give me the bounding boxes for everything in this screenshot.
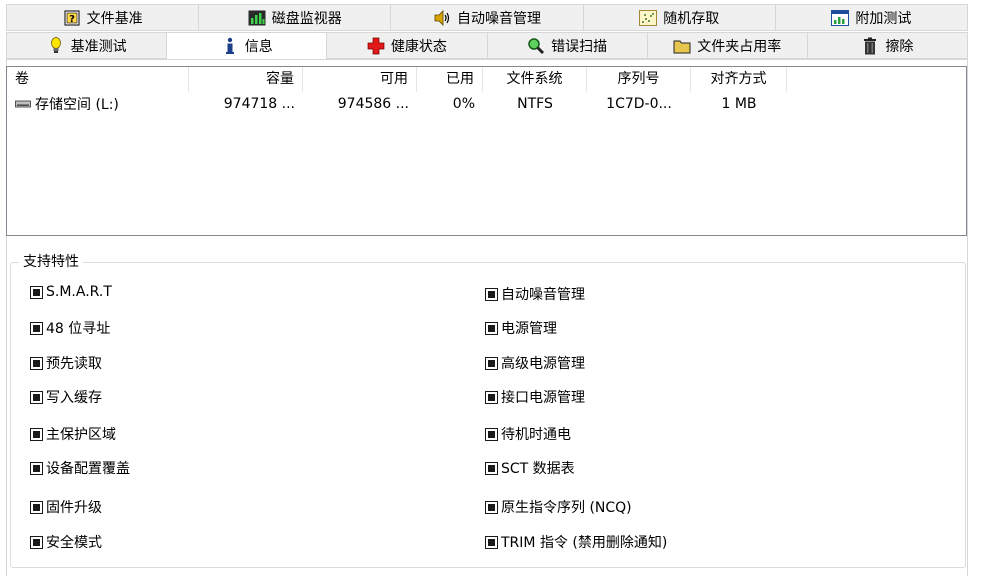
checkbox-checked <box>30 390 43 404</box>
checkbox-checked <box>30 285 43 299</box>
checkbox-checked <box>30 321 43 335</box>
checkbox-checked <box>30 535 43 549</box>
help-icon: ? <box>63 9 81 27</box>
tab-label: 基准测试 <box>70 38 127 55</box>
group-title: 支持特性 <box>19 251 83 271</box>
bar-chart-icon <box>248 9 266 27</box>
svg-text:?: ? <box>69 14 75 25</box>
scatter-icon <box>639 9 658 27</box>
feature-sct-tables: SCT 数据表 <box>485 458 575 478</box>
tab-label: 健康状态 <box>390 38 447 55</box>
column-header-capacity[interactable]: 容量 <box>189 67 303 92</box>
tab-info[interactable]: 信息 <box>167 32 328 60</box>
trash-icon <box>861 37 879 55</box>
info-icon <box>221 37 239 55</box>
feature-power-management: 电源管理 <box>485 318 557 338</box>
volume-filesystem: NTFS <box>517 96 553 112</box>
tab-label: 信息 <box>244 39 273 55</box>
volume-alignment: 1 MB <box>721 96 757 112</box>
column-header-filesystem[interactable]: 文件系统 <box>483 67 587 92</box>
tab-label: 擦除 <box>885 38 914 55</box>
red-cross-icon <box>367 37 385 55</box>
feature-firmware-update: 固件升级 <box>30 497 102 517</box>
volume-name: 存储空间 (L:) <box>35 97 119 113</box>
tab-label: 错误扫描 <box>551 38 608 55</box>
tab-label: 文件基准 <box>86 10 143 27</box>
volume-list[interactable]: 卷 容量 可用 已用 文件系统 序列号 对齐方式 存储空间 (L:) 97471… <box>6 66 967 236</box>
tab-label: 附加测试 <box>855 10 912 27</box>
column-header-free[interactable]: 可用 <box>303 67 417 92</box>
tab-disk-monitor[interactable]: 磁盘监视器 <box>199 4 392 31</box>
feature-smart: S.M.A.R.T <box>30 284 112 300</box>
tab-row-bottom: 基准测试 信息 健康状态 错误扫描 文件夹占用率 擦除 <box>6 32 969 60</box>
speaker-icon <box>433 9 451 27</box>
magnifier-icon <box>527 37 545 55</box>
column-header-used[interactable]: 已用 <box>417 67 483 92</box>
feature-ncq: 原生指令序列 (NCQ) <box>485 497 632 517</box>
feature-interface-power-management: 接口电源管理 <box>485 387 585 407</box>
feature-dco: 设备配置覆盖 <box>30 458 130 478</box>
checkbox-checked <box>30 461 43 475</box>
checkbox-checked <box>485 356 498 370</box>
volume-serial: 1C7D-0... <box>606 96 672 112</box>
checkbox-checked <box>485 390 498 404</box>
volume-free: 974586 ... <box>337 96 409 112</box>
table-row[interactable]: 存储空间 (L:) 974718 ... 974586 ... 0% NTFS … <box>7 92 966 116</box>
feature-hpa: 主保护区域 <box>30 424 116 444</box>
tab-extra-tests[interactable]: 附加测试 <box>775 4 969 31</box>
tab-label: 文件夹占用率 <box>697 38 782 55</box>
tab-benchmark[interactable]: 基准测试 <box>6 32 168 59</box>
tab-row-top: ? 文件基准 磁盘监视器 自动噪音管理 随机存取 附加测试 <box>6 4 969 31</box>
tab-random-access[interactable]: 随机存取 <box>583 4 776 31</box>
supported-features-group: 支持特性 <box>10 251 966 568</box>
feature-48bit-lba: 48 位寻址 <box>30 318 110 338</box>
feature-write-cache: 写入缓存 <box>30 387 102 407</box>
tab-label: 随机存取 <box>663 10 720 27</box>
drive-icon <box>15 98 31 110</box>
window-right-edge <box>968 0 991 576</box>
feature-read-ahead: 预先读取 <box>30 353 102 373</box>
tab-health[interactable]: 健康状态 <box>327 32 488 59</box>
checkbox-checked <box>30 356 43 370</box>
tab-aam[interactable]: 自动噪音管理 <box>391 4 584 31</box>
tab-label: 磁盘监视器 <box>271 10 342 27</box>
tab-file-benchmark[interactable]: ? 文件基准 <box>6 4 200 31</box>
feature-security-mode: 安全模式 <box>30 532 102 552</box>
checkbox-checked <box>485 500 498 514</box>
feature-power-up-in-standby: 待机时通电 <box>485 424 571 444</box>
column-header-alignment[interactable]: 对齐方式 <box>691 67 787 92</box>
checkbox-checked <box>30 427 43 441</box>
volume-used: 0% <box>452 96 475 112</box>
column-header-serial[interactable]: 序列号 <box>587 67 691 92</box>
checkbox-checked <box>485 535 498 549</box>
tab-erase[interactable]: 擦除 <box>807 32 969 59</box>
checkbox-checked <box>485 321 498 335</box>
checkbox-checked <box>30 500 43 514</box>
bulb-icon <box>47 36 65 55</box>
tab-folder-usage[interactable]: 文件夹占用率 <box>647 32 808 59</box>
tab-label: 自动噪音管理 <box>457 10 541 27</box>
feature-apm: 高级电源管理 <box>485 353 585 373</box>
feature-trim: TRIM 指令 (禁用删除通知) <box>485 532 667 552</box>
window-chart-icon <box>831 9 850 27</box>
checkbox-checked <box>485 427 498 441</box>
column-header-volume[interactable]: 卷 <box>7 67 189 92</box>
tab-error-scan[interactable]: 错误扫描 <box>487 32 648 59</box>
feature-aam: 自动噪音管理 <box>485 284 585 304</box>
checkbox-checked <box>485 461 498 475</box>
volume-capacity: 974718 ... <box>223 96 295 112</box>
folder-icon <box>673 37 691 55</box>
volume-list-header: 卷 容量 可用 已用 文件系统 序列号 对齐方式 <box>7 67 966 92</box>
checkbox-checked <box>485 287 498 301</box>
